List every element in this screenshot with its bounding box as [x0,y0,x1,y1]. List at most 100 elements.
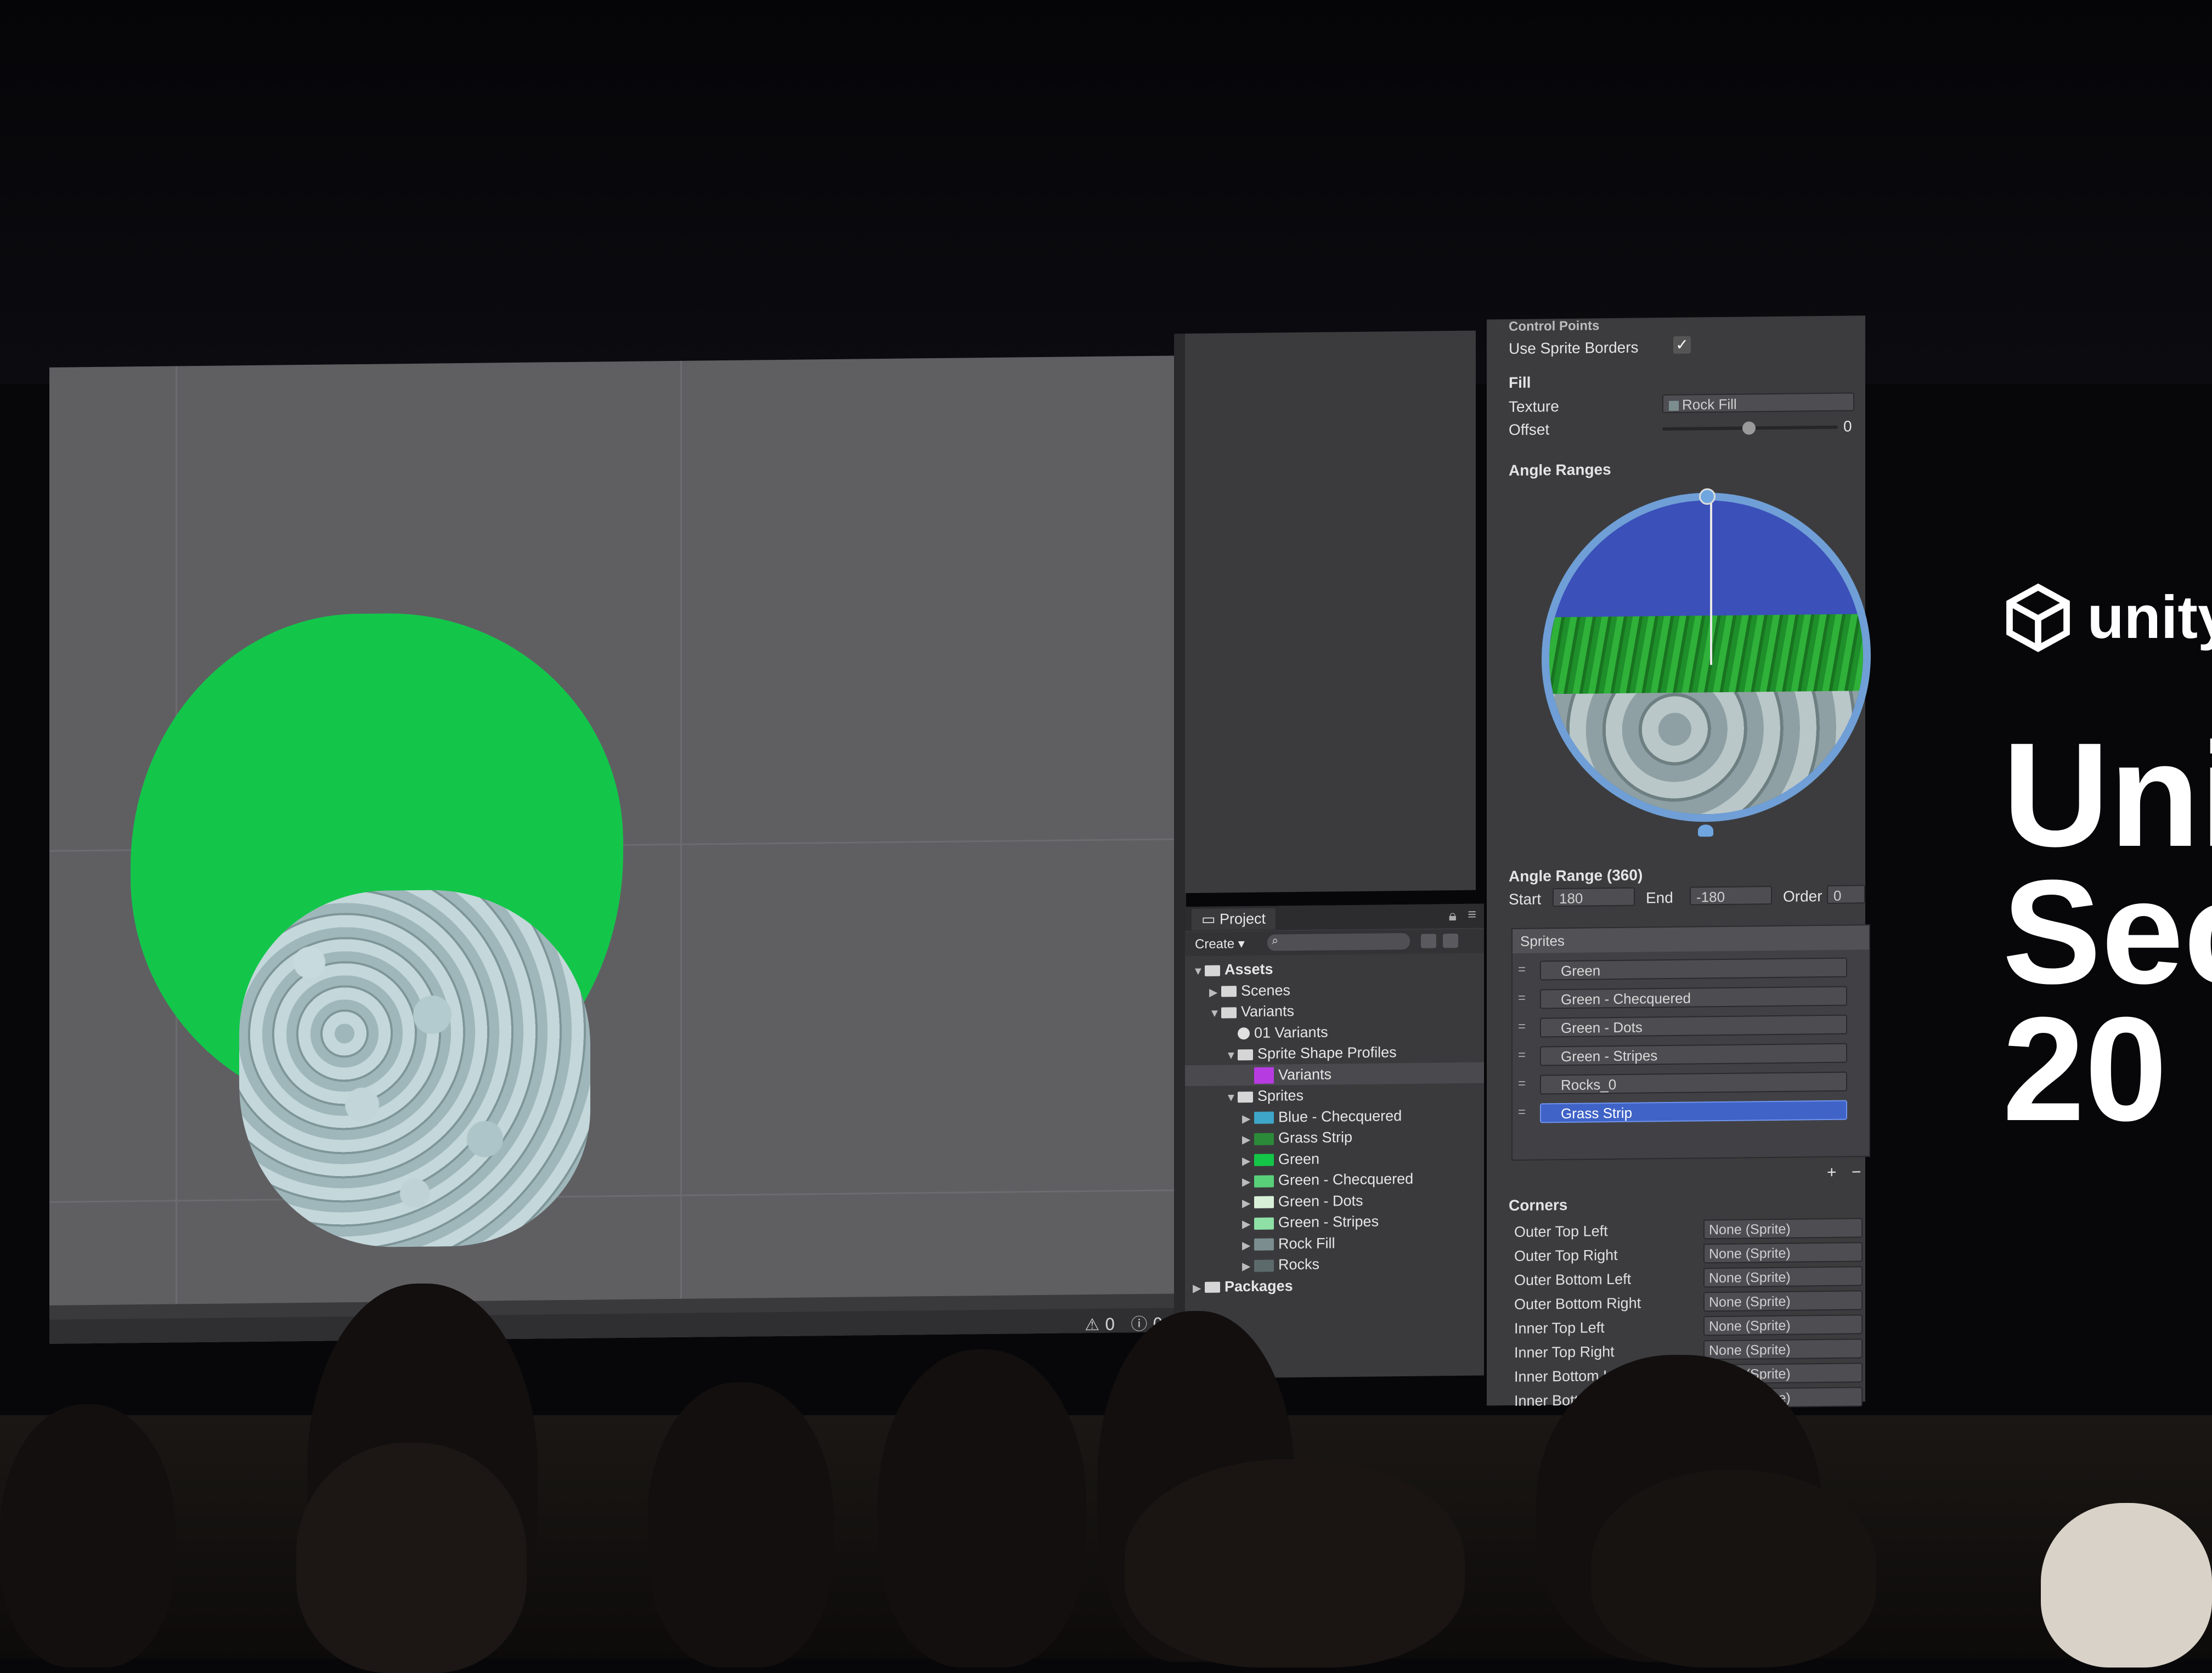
sprite-object-field[interactable]: Green - Checquered [1540,986,1847,1009]
corner-sprite-field[interactable]: None (Sprite) [1703,1314,1863,1336]
project-tree-item[interactable]: 01 Variants [1185,1020,1484,1044]
drag-handle-icon[interactable]: = [1518,1021,1529,1032]
drag-handle-icon[interactable]: = [1518,993,1529,1004]
menu-icon[interactable]: ≡ [1468,906,1476,923]
sprite-object-label: Green - Dots [1561,1019,1643,1036]
project-tree-item[interactable]: ▶Scenes [1185,977,1484,1002]
offset-value[interactable]: 0 [1843,417,1852,435]
sprite-object-field[interactable]: Green - Dots [1540,1015,1847,1038]
project-tree-item[interactable]: Variants [1185,1062,1484,1086]
chevron-right-icon[interactable]: ▶ [1242,1235,1254,1256]
texture-field[interactable]: Rock Fill [1662,392,1854,413]
drag-handle-icon[interactable]: = [1518,1107,1529,1118]
chevron-right-icon[interactable]: ▶ [1209,982,1221,1003]
project-tree-item[interactable]: ▼Assets [1185,957,1484,981]
corner-sprite-field[interactable]: None (Sprite) [1703,1290,1863,1312]
start-field[interactable]: 180 [1553,888,1635,907]
chevron-down-icon[interactable]: ▼ [1209,1003,1221,1024]
chevron-right-icon[interactable]: ▶ [1242,1192,1254,1213]
sprite-object-label: Grass Strip [1561,1105,1632,1122]
project-tree-item[interactable]: ▶Blue - Checquered [1185,1104,1484,1128]
corner-label: Inner Top Left [1514,1319,1605,1337]
sprite-shape-rock-fill[interactable] [239,889,590,1249]
sprite-object-field[interactable]: Green - Stripes [1540,1043,1847,1066]
chevron-down-icon[interactable]: ▼ [1226,1087,1238,1108]
project-tree-item[interactable]: ▶Rocks [1185,1252,1484,1276]
remove-sprite-button[interactable]: − [1852,1163,1861,1182]
search-input[interactable]: ⌕ [1267,933,1410,951]
project-tree-item[interactable]: ▶ Green [1185,1146,1484,1171]
sprite-object-field[interactable]: Rocks_0 [1540,1072,1847,1095]
project-tree-item[interactable]: ▼Sprites [1185,1083,1484,1107]
chevron-right-icon[interactable]: ▶ [1193,1278,1205,1298]
grid-line [49,1189,1180,1203]
scene-icon [1238,1027,1250,1039]
tab-project-label: Project [1220,911,1266,928]
sprite-list-item[interactable]: = Grass Strip [1518,1098,1858,1126]
project-toolbar: Create ▾ ⌕ [1185,929,1484,957]
chevron-down-icon[interactable]: ▼ [1226,1045,1238,1066]
corner-sprite-field[interactable]: None (Sprite) [1703,1242,1863,1263]
corner-sprite-field[interactable]: None (Sprite) [1703,1266,1863,1287]
project-tree-item[interactable]: ▶Grass Strip [1185,1126,1484,1150]
order-field[interactable]: 0 [1827,885,1865,904]
audience-head [878,1349,1086,1668]
end-field[interactable]: -180 [1690,886,1772,906]
sprite-list-item[interactable]: = Rocks_0 [1518,1069,1858,1098]
project-tree-item[interactable]: ▶Green - Dots [1185,1189,1484,1213]
project-tree-item[interactable]: ▼Variants [1185,999,1484,1023]
create-button[interactable]: Create ▾ [1195,936,1245,952]
filter-by-type-icon[interactable] [1421,934,1436,948]
sprite-list-item[interactable]: = Green - Dots [1518,1012,1858,1041]
project-tree-item-label: Variants [1278,1066,1331,1083]
angle-range-title: Angle Range (360) [1509,866,1643,885]
project-tree-item[interactable]: ▼ Sprite Shape Profiles [1185,1041,1484,1065]
offset-slider-thumb[interactable] [1742,421,1756,434]
sprite-list-item[interactable]: = Green - Stripes [1518,1041,1858,1069]
project-tree-item[interactable]: ▶Packages [1185,1273,1484,1297]
sprite-list-item[interactable]: = Green [1518,955,1858,984]
project-tree-item[interactable]: ▶Green - Checquered [1185,1168,1484,1192]
filter-by-label-icon[interactable] [1443,934,1458,948]
chevron-right-icon[interactable]: ▶ [1242,1129,1254,1150]
project-tabbar: ▭ Project 🔒︎ ≡ [1185,904,1484,931]
chevron-right-icon[interactable]: ▶ [1242,1172,1254,1192]
project-tree-item[interactable]: ▶Green - Stripes [1185,1210,1484,1234]
brand-line-2: Sec [2002,861,2212,1004]
angle-end-handle[interactable] [1698,824,1713,836]
chevron-right-icon[interactable]: ▶ [1242,1108,1254,1129]
unity-logo-icon [2002,581,2074,653]
chevron-right-icon[interactable]: ▶ [1242,1150,1254,1171]
corner-sprite-field[interactable]: None (Sprite) [1703,1218,1863,1239]
drag-handle-icon[interactable]: = [1518,964,1529,975]
folder-icon [1205,1282,1220,1293]
corner-row: Outer Bottom RightNone (Sprite) [1514,1290,1865,1316]
angle-ranges-header: Angle Ranges [1509,461,1611,479]
project-tree-item-label: Green [1278,1150,1319,1167]
project-tree-item[interactable]: ▶Rock Fill [1185,1231,1484,1255]
add-sprite-button[interactable]: + [1827,1163,1837,1182]
sprite-object-field[interactable]: Green [1540,958,1847,981]
folder-icon [1221,986,1237,997]
panel-divider[interactable] [1174,334,1186,1332]
sprite-list-item[interactable]: = Green - Checquered [1518,984,1858,1012]
sprite-object-field[interactable]: Grass Strip [1540,1100,1847,1123]
chevron-right-icon[interactable]: ▶ [1242,1256,1254,1277]
corner-sprite-field[interactable]: None (Sprite) [1703,1338,1863,1360]
lock-icon[interactable]: 🔒︎ [1449,907,1457,925]
angle-range-disc[interactable] [1542,491,1871,823]
scene-view[interactable]: ⚠ 0 ⓘ 0 [49,355,1180,1344]
sprite-icon [1254,1259,1274,1271]
drag-handle-icon[interactable]: = [1518,1078,1529,1089]
chevron-down-icon[interactable]: ▼ [1193,961,1205,982]
sprite-icon [1254,1239,1274,1251]
angle-start-handle[interactable] [1699,488,1716,505]
corner-row: Inner Top Left None (Sprite) [1514,1314,1865,1340]
project-tree-item-label: Sprite Shape Profiles [1257,1044,1397,1062]
sprite-icon [1254,1112,1274,1124]
use-sprite-borders-checkbox[interactable]: ✓ [1673,336,1691,354]
tab-project[interactable]: ▭ Project [1192,908,1276,930]
drag-handle-icon[interactable]: = [1518,1050,1529,1061]
chevron-right-icon[interactable]: ▶ [1242,1214,1254,1235]
sprite-shape-green-edge[interactable] [131,611,623,1118]
